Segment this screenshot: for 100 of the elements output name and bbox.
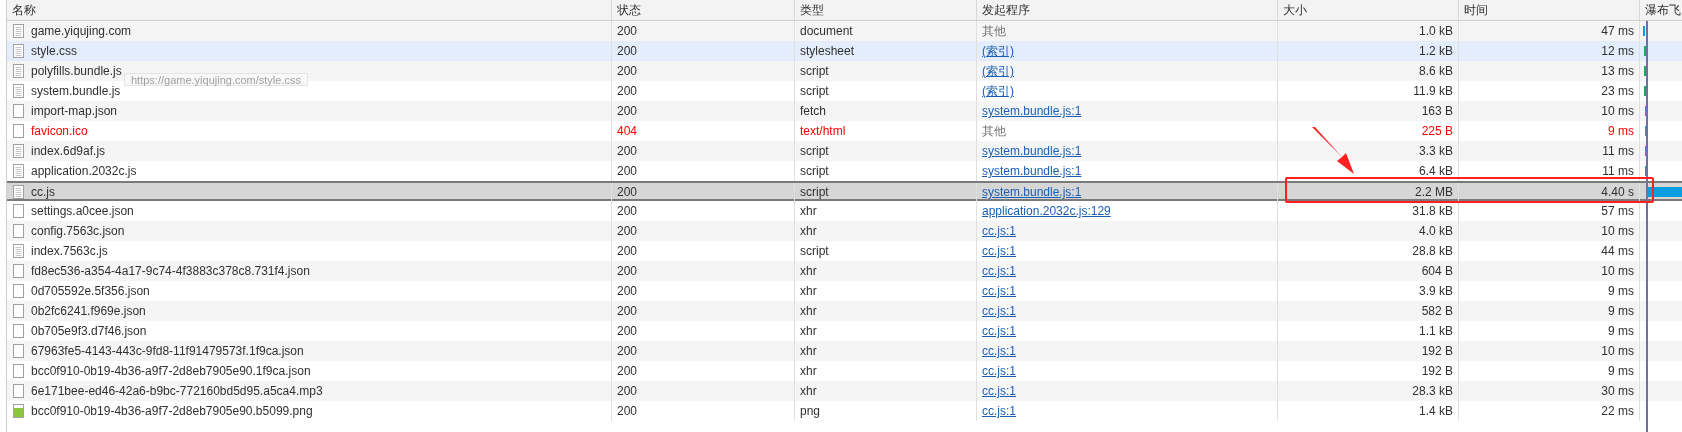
file-name: settings.a0cee.json	[31, 203, 134, 220]
resource-type: script	[800, 143, 829, 160]
size-value: 28.8 kB	[1412, 243, 1453, 260]
time-value: 12 ms	[1601, 43, 1634, 60]
resource-type: xhr	[800, 343, 817, 360]
annotation-arrow	[1312, 127, 1356, 175]
time-value: 10 ms	[1601, 103, 1634, 120]
resource-type: xhr	[800, 303, 817, 320]
document-icon	[13, 185, 24, 199]
file-name: style.css	[31, 43, 77, 60]
initiator-link[interactable]: cc.js:1	[982, 322, 1016, 340]
initiator-link[interactable]: cc.js:1	[982, 242, 1016, 260]
size-value: 3.3 kB	[1418, 143, 1453, 160]
file-icon	[13, 264, 24, 278]
column-header[interactable]: 发起程序	[982, 1, 1030, 19]
time-value: 44 ms	[1601, 243, 1634, 260]
initiator-link[interactable]: (索引)	[982, 42, 1014, 60]
initiator-link[interactable]: cc.js:1	[982, 262, 1016, 280]
time-value: 10 ms	[1601, 223, 1634, 240]
file-name: cc.js	[31, 184, 55, 201]
status-code: 200	[617, 343, 638, 360]
column-header[interactable]: 状态	[617, 1, 641, 19]
column-header[interactable]: 名称	[12, 1, 36, 19]
request-row[interactable]: 6e171bee-ed46-42a6-b9bc-772160bd5d95.a5ca4.mp3 200 xhr cc.js:1 28.3 kB 30 ms	[7, 381, 1682, 401]
file-name: 0b2fc6241.f969e.json	[31, 303, 146, 320]
request-row[interactable]: style.css 200 stylesheet (索引) 1.2 kB 12 ms	[7, 41, 1682, 61]
size-value: 28.3 kB	[1412, 383, 1453, 400]
initiator-link[interactable]: cc.js:1	[982, 302, 1016, 320]
file-icon	[13, 324, 24, 338]
request-row[interactable]: 0b2fc6241.f969e.json 200 xhr cc.js:1 582 B 9 ms	[7, 301, 1682, 321]
document-icon	[13, 24, 24, 38]
initiator-link[interactable]: system.bundle.js:1	[982, 142, 1082, 160]
column-header[interactable]: 瀑布飞	[1645, 1, 1681, 19]
initiator-link[interactable]: cc.js:1	[982, 382, 1016, 400]
document-icon	[13, 244, 24, 258]
file-name: index.6d9af.js	[31, 143, 106, 160]
request-row[interactable]: game.yiqujing.com 200 document 其他 1.0 kB 47 ms	[7, 21, 1682, 41]
resource-type: xhr	[800, 323, 817, 340]
column-header[interactable]: 类型	[800, 1, 824, 19]
request-row[interactable]: cc.js 200 script system.bundle.js:1 2.2 MB 4.40 s	[7, 181, 1682, 201]
initiator-link[interactable]: cc.js:1	[982, 342, 1016, 360]
file-name: 0d705592e.5f356.json	[31, 283, 150, 300]
column-header[interactable]: 时间	[1464, 1, 1488, 19]
time-value: 9 ms	[1608, 123, 1634, 140]
request-row[interactable]: import-map.json 200 fetch system.bundle.js:1 163 B 10 ms	[7, 101, 1682, 121]
resource-type: xhr	[800, 223, 817, 240]
initiator-link[interactable]: system.bundle.js:1	[982, 183, 1082, 201]
size-value: 163 B	[1421, 103, 1453, 120]
file-name: index.7563c.js	[31, 243, 108, 260]
status-code: 200	[617, 103, 638, 120]
size-value: 6.4 kB	[1418, 163, 1453, 180]
size-value: 225 B	[1421, 123, 1453, 140]
file-name: polyfills.bundle.js	[31, 63, 122, 80]
status-code: 200	[617, 143, 638, 160]
request-row[interactable]: fd8ec536-a354-4a17-9c74-4f3883c378c8.731f4.json 200 xhr cc.js:1 604 B 10 ms	[7, 261, 1682, 281]
status-code: 404	[617, 123, 638, 140]
size-value: 582 B	[1421, 303, 1453, 320]
initiator-link[interactable]: cc.js:1	[982, 222, 1016, 240]
file-name: fd8ec536-a354-4a17-9c74-4f3883c378c8.731f4.json	[31, 263, 310, 280]
status-code: 200	[617, 263, 638, 280]
image-icon	[13, 404, 24, 418]
size-value: 604 B	[1421, 263, 1453, 280]
time-value: 10 ms	[1601, 343, 1634, 360]
request-row[interactable]: config.7563c.json 200 xhr cc.js:1 4.0 kB 10 ms	[7, 221, 1682, 241]
time-value: 23 ms	[1601, 83, 1634, 100]
initiator-link[interactable]: cc.js:1	[982, 362, 1016, 380]
time-value: 57 ms	[1601, 203, 1634, 220]
request-row[interactable]: 67963fe5-4143-443c-9fd8-11f91479573f.1f9ca.json 200 xhr cc.js:1 192 B 10 ms	[7, 341, 1682, 361]
initiator-link[interactable]: (索引)	[982, 82, 1014, 100]
size-value: 2.2 MB	[1415, 184, 1453, 201]
initiator-link[interactable]: system.bundle.js:1	[982, 162, 1082, 180]
initiator-text: 其他	[982, 23, 1006, 40]
time-value: 11 ms	[1602, 143, 1634, 160]
status-code: 200	[617, 363, 638, 380]
time-value: 11 ms	[1602, 163, 1634, 180]
column-header[interactable]: 大小	[1283, 1, 1307, 19]
time-value: 9 ms	[1608, 283, 1634, 300]
status-code: 200	[617, 243, 638, 260]
time-value: 10 ms	[1601, 263, 1634, 280]
initiator-link[interactable]: system.bundle.js:1	[982, 102, 1082, 120]
waterfall-bar	[1646, 187, 1682, 197]
size-value: 1.1 kB	[1418, 323, 1453, 340]
request-row[interactable]: index.6d9af.js 200 script system.bundle.js:1 3.3 kB 11 ms	[7, 141, 1682, 161]
file-name: config.7563c.json	[31, 223, 125, 240]
initiator-link[interactable]: (索引)	[982, 62, 1014, 80]
file-name: favicon.ico	[31, 123, 88, 140]
initiator-link[interactable]: cc.js:1	[982, 402, 1016, 420]
status-code: 200	[617, 223, 638, 240]
size-value: 1.2 kB	[1418, 43, 1453, 60]
initiator-link[interactable]: application.2032c.js:129	[982, 202, 1111, 220]
resource-type: xhr	[800, 283, 817, 300]
file-icon	[13, 304, 24, 318]
file-name: system.bundle.js	[31, 83, 121, 100]
initiator-text: 其他	[982, 123, 1006, 140]
initiator-link[interactable]: cc.js:1	[982, 282, 1016, 300]
status-code: 200	[617, 43, 638, 60]
file-name: game.yiqujing.com	[31, 23, 132, 40]
time-value: 22 ms	[1601, 403, 1634, 420]
time-value: 4.40 s	[1601, 184, 1634, 201]
status-code: 200	[617, 163, 638, 180]
